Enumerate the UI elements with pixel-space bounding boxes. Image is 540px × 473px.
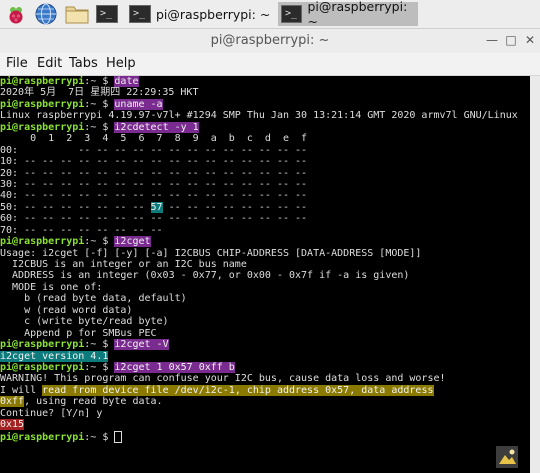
usage-line: MODE is one of: xyxy=(0,281,103,293)
file-manager-folder-icon[interactable] xyxy=(64,2,90,26)
i2c-table-row: 30: -- -- -- -- -- -- -- -- -- -- -- -- … xyxy=(0,178,308,190)
i2c-table-row: 60: -- -- -- -- -- -- -- -- -- -- -- -- … xyxy=(0,213,308,225)
command-text: i2cget 1 0x57 0xff b xyxy=(114,361,235,373)
terminal-icon: >_ xyxy=(129,5,151,23)
command-text: i2cdetect -y 1 xyxy=(114,121,199,133)
browser-globe-icon[interactable] xyxy=(34,2,58,26)
warning-line: WARNING! This program can confuse your I… xyxy=(0,373,446,385)
result-line: 0x15 xyxy=(0,419,530,431)
taskbar-task-terminal-2[interactable]: >_ pi@raspberrypi: ~ xyxy=(278,0,418,29)
terminal-line: Linux raspberrypi 4.19.97-v7l+ #1294 SMP… xyxy=(0,110,518,122)
detected-address: 57 xyxy=(150,201,163,213)
terminal-line: pi@raspberrypi:~ $ i2cdetect -y 1 xyxy=(0,121,199,133)
taskbar: >_ >_ pi@raspberrypi: ~ >_ pi@raspberryp… xyxy=(0,0,540,29)
terminal-line: 2020年 5月 7日 星期四 22:29:35 HKT xyxy=(0,87,199,99)
terminal-scrollbar[interactable] xyxy=(530,76,540,473)
close-icon[interactable]: ✕ xyxy=(522,32,538,48)
menu-bar: File Edit Tabs Help xyxy=(0,53,540,76)
command-text: i2cget xyxy=(114,236,151,248)
taskbar-task-terminal-1[interactable]: >_ pi@raspberrypi: ~ xyxy=(126,2,274,26)
command-text: i2cget -V xyxy=(114,339,169,351)
terminal-line: pi@raspberrypi:~ $ date xyxy=(0,76,139,87)
usage-line: c (write byte/read byte) xyxy=(0,316,169,328)
menu-tabs[interactable]: Tabs xyxy=(69,56,98,71)
terminal-icon: >_ xyxy=(281,5,303,23)
terminal-line: pi@raspberrypi:~ $ uname -a xyxy=(0,98,163,110)
maximize-icon[interactable]: □ xyxy=(503,32,519,48)
raspberry-menu-icon[interactable] xyxy=(4,2,28,26)
minimize-icon[interactable]: — xyxy=(484,32,500,48)
info-line: I will read from device file /dev/i2c-1,… xyxy=(0,384,434,396)
terminal-line: pi@raspberrypi:~ $ i2cget xyxy=(0,236,151,248)
i2c-table-row: 70: -- -- -- -- -- -- -- -- xyxy=(0,224,163,236)
result-value: 0x15 xyxy=(0,419,25,431)
usage-line: I2CBUS is an integer or an I2C bus name xyxy=(0,259,247,270)
window-title: pi@raspberrypi: ~ xyxy=(210,33,330,48)
command-text: uname -a xyxy=(114,98,163,110)
usage-line: ADDRESS is an integer (0x03 - 0x77, or 0… xyxy=(0,270,410,282)
terminal-line: pi@raspberrypi:~ $ xyxy=(0,430,530,443)
usage-line: Usage: i2cget [-f] [-y] [-a] I2CBUS CHIP… xyxy=(0,247,422,259)
command-text: date xyxy=(114,76,139,87)
terminal-line: pi@raspberrypi:~ $ i2cget 1 0x57 0xff b xyxy=(0,361,235,373)
terminal-line: pi@raspberrypi:~ $ i2cget -V xyxy=(0,339,169,351)
menu-help[interactable]: Help xyxy=(106,56,136,71)
terminal-output[interactable]: pi@raspberrypi:~ $ date 2020年 5月 7日 星期四 … xyxy=(0,76,530,473)
text-cursor xyxy=(114,430,123,443)
menu-edit[interactable]: Edit xyxy=(37,56,62,71)
corner-badge-icon xyxy=(496,446,518,468)
i2c-table-row: 20: -- -- -- -- -- -- -- -- -- -- -- -- … xyxy=(0,167,308,179)
i2c-table-row: 50: -- -- -- -- -- -- -- 57 -- -- -- -- … xyxy=(0,201,308,213)
usage-line: w (read word data) xyxy=(0,304,133,316)
confirm-line: Continue? [Y/n] y xyxy=(0,407,103,419)
taskbar-task-label: pi@raspberrypi: ~ xyxy=(307,0,408,29)
i2c-table-row: 00: -- -- -- -- -- -- -- -- -- -- -- -- … xyxy=(0,144,308,156)
info-line: 0xff, using read byte data. xyxy=(0,396,163,408)
usage-line: Append p for SMBus PEC xyxy=(0,327,157,339)
terminal-launcher-icon[interactable]: >_ xyxy=(94,2,120,26)
menu-file[interactable]: File xyxy=(6,56,28,71)
i2c-table-header: 0 1 2 3 4 5 6 7 8 9 a b c d e f xyxy=(0,133,308,145)
i2c-table-row: 40: -- -- -- -- -- -- -- -- -- -- -- -- … xyxy=(0,190,308,202)
version-line: i2cget version 4.1 xyxy=(0,350,109,362)
taskbar-task-label: pi@raspberrypi: ~ xyxy=(156,6,271,22)
window-titlebar[interactable]: pi@raspberrypi: ~ — □ ✕ xyxy=(0,29,540,53)
usage-line: b (read byte data, default) xyxy=(0,293,187,305)
i2c-table-row: 10: -- -- -- -- -- -- -- -- -- -- -- -- … xyxy=(0,156,308,168)
